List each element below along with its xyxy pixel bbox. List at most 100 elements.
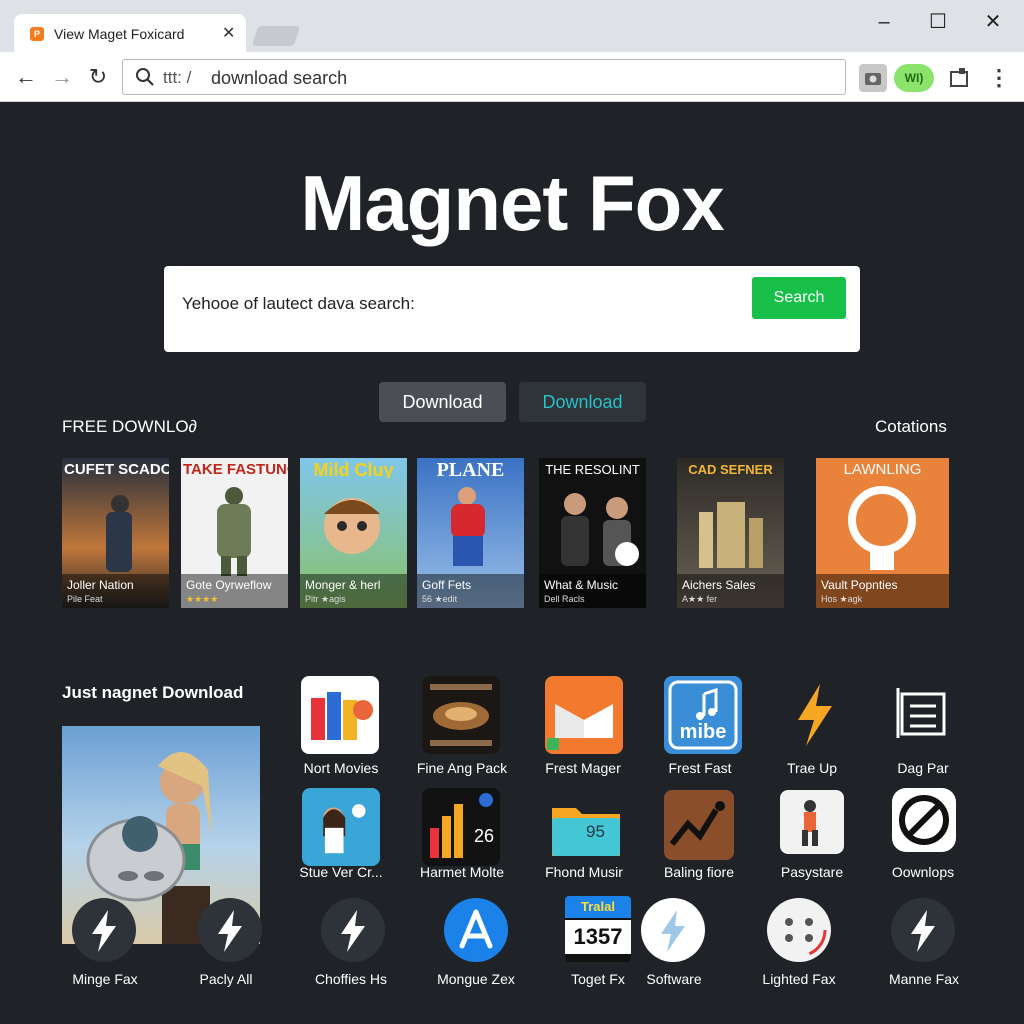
address-bar[interactable]: ttt: / download search [122,59,846,95]
dag-par-icon[interactable] [884,676,962,754]
baling-fiore-icon[interactable] [664,790,734,860]
poster-card[interactable]: THE RESOLINT What & Music Dell Racls [539,458,646,608]
lightning-white-icon[interactable] [641,898,705,962]
app-label[interactable]: Baling fiore [639,864,759,880]
address-text: download search [211,68,348,88]
poster-card[interactable]: TAKE FASTUNCK Gote Oyrweflow ★★★★ [181,458,288,608]
download-button-secondary[interactable]: Download [519,382,646,422]
app-label[interactable]: Nort Movies [281,760,401,776]
address-prefix: ttt: / [163,68,192,87]
poster-heading: PLANE [436,462,505,478]
poster-title: Monger & herl [305,578,381,592]
lightning-circle-icon[interactable] [321,898,385,962]
app-store-icon[interactable] [444,898,508,962]
fine-ang-pack-icon[interactable] [422,676,500,754]
poster-card[interactable]: Mild Cluy Monger & herl Pitr ★agis [300,458,407,608]
app-label[interactable]: Fhond Musir [524,864,644,880]
poster-subtitle: 56 ★edit [422,594,458,604]
app-label[interactable]: Frest Fast [640,760,760,776]
poster-card[interactable]: LAWNLING Vault Popnties Hos ★agk [816,458,949,608]
app-label[interactable]: Manne Fax [859,971,989,987]
forward-arrow-icon[interactable]: → [48,63,76,91]
app-label[interactable]: Pacly All [161,971,291,987]
new-tab-button[interactable] [251,26,301,46]
maximize-icon[interactable]: ☐ [926,10,950,34]
poster-subtitle: Pitr ★agis [305,594,346,604]
app-label[interactable]: Oownlops [863,864,983,880]
app-label[interactable]: Lighted Fax [734,971,864,987]
app-label[interactable]: Pasystare [752,864,872,880]
reload-icon[interactable]: ↻ [84,63,112,91]
favicon-icon: P [30,27,44,41]
app-label[interactable]: Dag Par [863,760,983,776]
back-arrow-icon[interactable]: ← [12,63,40,91]
poster-artwork [451,487,485,566]
frest-fast-icon[interactable]: mibe [664,676,742,754]
app-label[interactable]: Fine Ang Pack [402,760,522,776]
poster-heading: CAD SEFNER [688,462,773,477]
menu-kebab-icon[interactable]: ⋮ [988,64,1010,92]
tab-close-icon[interactable]: ✕ [222,23,235,43]
poster-card[interactable]: CUFET SCADONS Joller Nation Pile Feat [62,458,169,608]
app-label[interactable]: Software [609,971,739,987]
poster-title: Joller Nation [67,578,134,592]
poster-title: Goff Fets [422,578,472,592]
app-label[interactable]: Harmet Molte [402,864,522,880]
poster-heading: CUFET SCADONS [64,462,169,478]
app-label[interactable]: Choffies Hs [286,971,416,987]
lightning-circle-icon[interactable] [72,898,136,962]
download-button-primary[interactable]: Download [379,382,506,422]
search-input[interactable]: Yehooe of lautect dava search: Search [164,266,860,352]
collections-link[interactable]: Cotations [875,417,947,437]
search-icon [136,68,154,86]
close-window-icon[interactable]: ✕ [981,10,1005,34]
svg-text:mibe: mibe [680,721,727,743]
lightbulb-icon [848,486,916,570]
search-button[interactable]: Search [752,277,846,319]
poster-title: Aichers Sales [682,578,756,592]
poster-heading: THE RESOLINT [545,462,640,477]
poster-artwork [106,495,132,572]
poster-artwork [324,498,380,554]
poster-card[interactable]: PLANE Goff Fets 56 ★edit [417,458,524,608]
puzzle-extension-icon[interactable] [946,64,974,92]
poster-card[interactable]: CAD SEFNER Aichers Sales A★★ fer [677,458,784,608]
poster-subtitle: Dell Racls [544,594,585,604]
poster-artwork [699,502,763,568]
wifi-extension-icon[interactable]: WI) [894,64,934,92]
app-label[interactable]: Frest Mager [523,760,643,776]
frest-mager-icon[interactable] [545,676,623,754]
poster-subtitle: ★★★★ [186,594,219,604]
poster-subtitle: A★★ fer [682,594,718,604]
app-label[interactable]: Mongue Zex [411,971,541,987]
minimize-icon[interactable]: – [872,10,896,34]
dots-circle-icon[interactable] [767,898,831,962]
lightning-circle-icon[interactable] [891,898,955,962]
camera-extension-icon[interactable] [859,64,887,92]
poster-heading: TAKE FASTUNCK [183,462,288,478]
no-sign-icon[interactable] [892,788,956,852]
badge-number: 26 [474,826,495,846]
counter-icon[interactable]: Tralal 1357 [565,896,631,962]
browser-toolbar: ← → ↻ ttt: / download search WI) ⋮ [0,52,1024,102]
tab-title: View Maget Foxicard [54,26,185,42]
poster-subtitle: Hos ★agk [821,594,863,604]
folder-icon[interactable]: 95 [548,792,626,870]
stue-ver-icon[interactable] [302,788,380,866]
app-label[interactable]: Stue Ver Cr... [281,864,401,880]
poster-title: What & Music [544,578,619,592]
page-title: Magnet Fox [300,159,724,247]
lightning-circle-icon[interactable] [198,898,262,962]
just-download-heading: Just nagnet Download [62,683,244,702]
app-label[interactable]: Trae Up [752,760,872,776]
app-label[interactable]: Minge Fax [40,971,170,987]
poster-title: Vault Popnties [821,578,898,592]
search-input-value: Yehooe of lautect dava search: [182,294,415,313]
nort-movies-icon[interactable] [301,676,379,754]
lightning-icon[interactable] [776,676,854,754]
bar-chart-icon[interactable]: 26 [422,788,500,866]
browser-tab[interactable]: P View Maget Foxicard ✕ [14,14,246,52]
poster-title: Gote Oyrweflow [186,578,272,592]
pasystare-icon[interactable] [780,790,844,854]
poster-subtitle: Pile Feat [67,594,103,604]
